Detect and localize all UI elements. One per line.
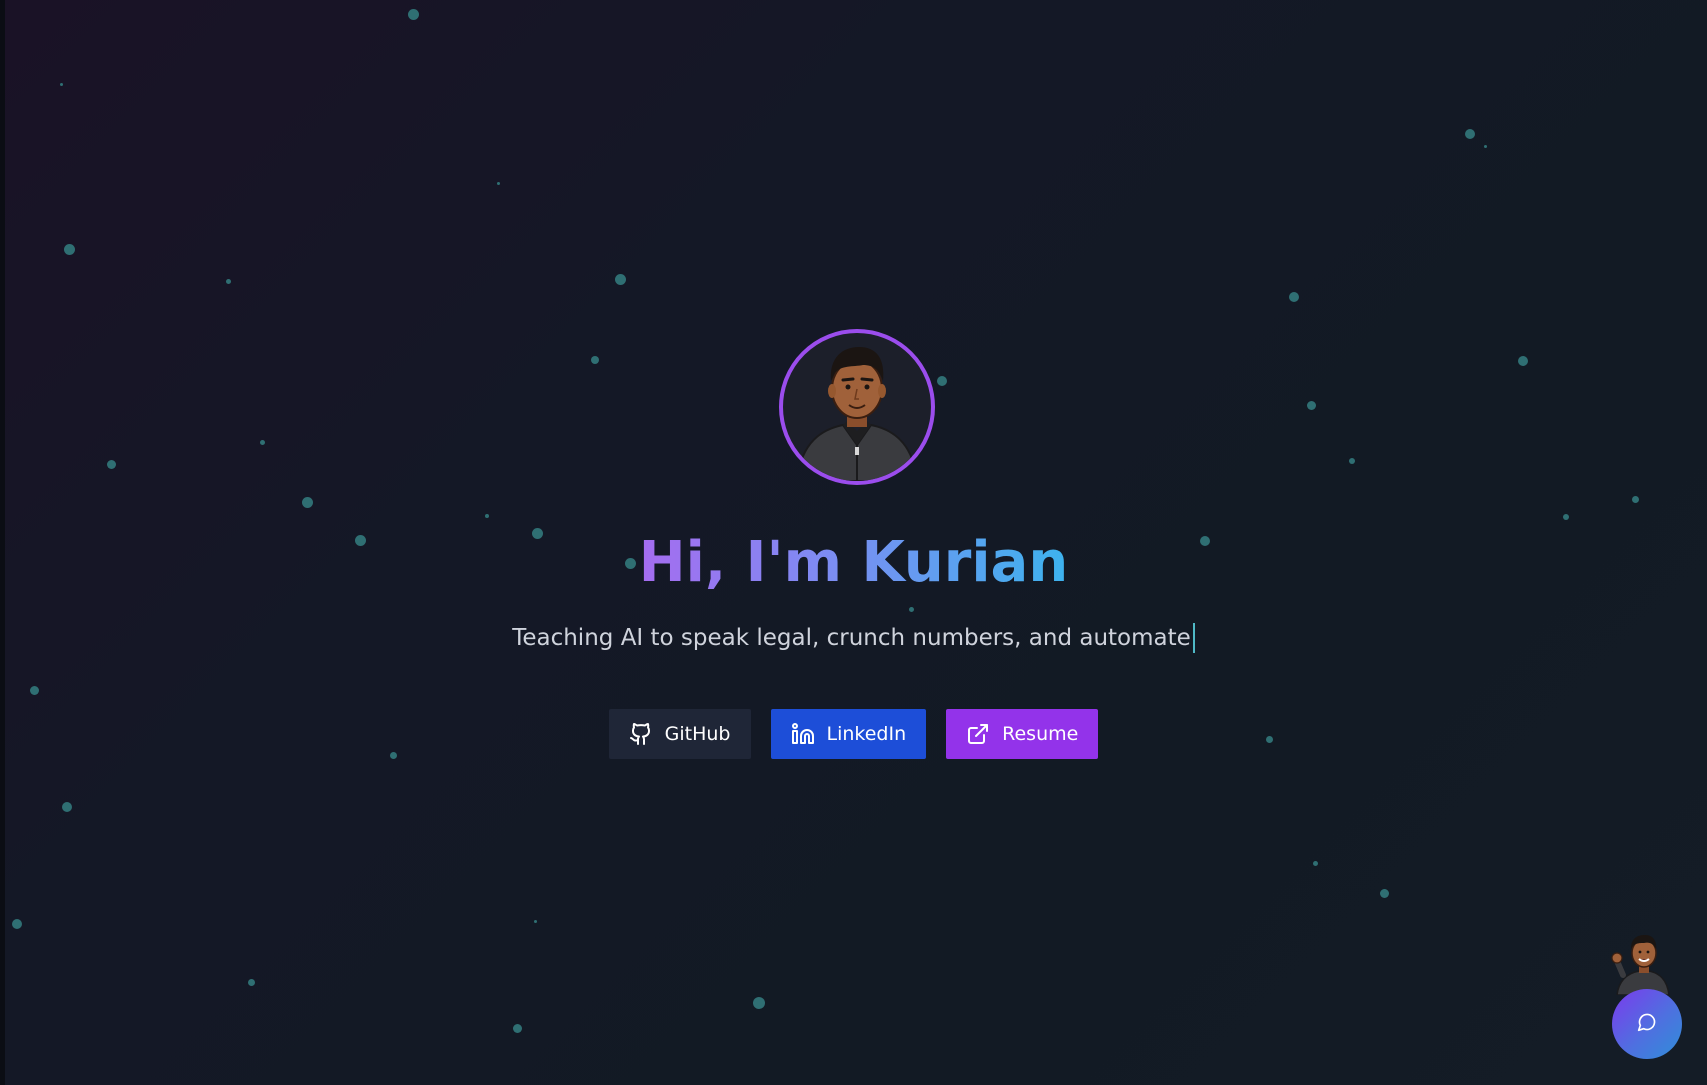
avatar <box>779 329 935 485</box>
tagline: Teaching AI to speak legal, crunch numbe… <box>0 620 1707 656</box>
github-button-label: GitHub <box>664 723 731 745</box>
chat-button[interactable] <box>1612 989 1682 1059</box>
external-link-icon <box>966 722 990 746</box>
typing-cursor <box>1192 623 1195 653</box>
page-title: Hi, I'm Kurian <box>639 528 1068 598</box>
linkedin-button[interactable]: LinkedIn <box>770 709 927 759</box>
waving-mascot <box>1609 933 1671 996</box>
linkedin-icon <box>791 722 815 746</box>
linkedin-button-label: LinkedIn <box>826 723 907 745</box>
tagline-text: Teaching AI to speak legal, crunch numbe… <box>512 625 1191 651</box>
resume-button-label: Resume <box>1002 723 1079 745</box>
github-icon <box>629 722 653 746</box>
github-button[interactable]: GitHub <box>608 709 751 759</box>
chat-bubble-icon <box>1637 1012 1657 1036</box>
hero-section: Hi, I'm Kurian Teaching AI to speak lega… <box>0 0 1707 1085</box>
resume-button[interactable]: Resume <box>946 709 1099 759</box>
social-links: GitHub LinkedIn Resume <box>0 709 1707 759</box>
